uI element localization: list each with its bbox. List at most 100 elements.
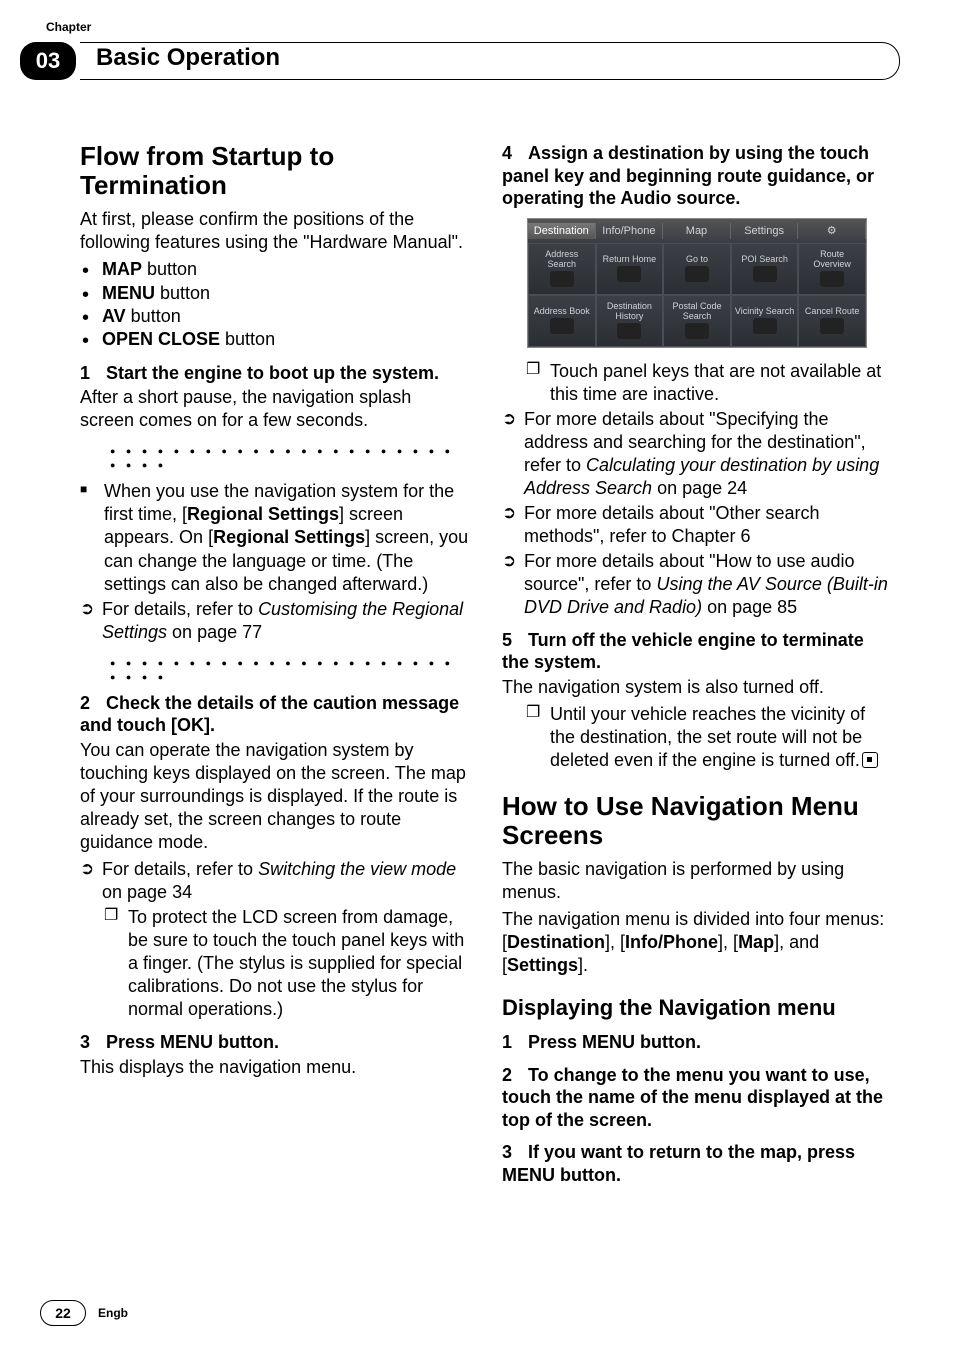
ref-address-search: For more details about "Specifying the a… <box>502 408 892 500</box>
step2-heading: 2Check the details of the caution messag… <box>80 692 470 737</box>
step-num: 1 <box>502 1031 528 1054</box>
btn-name: OPEN CLOSE <box>102 329 220 349</box>
step-text: Check the details of the caution message… <box>80 693 459 736</box>
fig-grid: Address Search Return Home Go to POI Sea… <box>528 243 866 347</box>
txt: Switching the view mode <box>258 859 456 879</box>
navmenu-body2: The navigation menu is divided into four… <box>502 908 892 977</box>
page-number: 22 <box>40 1300 86 1326</box>
page: Chapter 03 Basic Operation Flow from Sta… <box>0 0 954 1352</box>
step-text: Turn off the vehicle engine to terminate… <box>502 630 864 673</box>
fig-tab-map: Map <box>663 223 731 239</box>
intro-text: At first, please confirm the positions o… <box>80 208 470 254</box>
dstep2: 2To change to the menu you want to use, … <box>502 1064 892 1132</box>
step1-body: After a short pause, the navigation spla… <box>80 386 470 432</box>
gear-icon: ⚙ <box>798 222 866 239</box>
txt: on page 77 <box>167 622 262 642</box>
txt: Map <box>738 932 774 952</box>
list-item: OPEN CLOSE button <box>80 328 470 351</box>
fig-label: Return Home <box>603 255 657 265</box>
fig-label: Postal Code Search <box>666 302 728 322</box>
txt: on page 85 <box>702 597 797 617</box>
list-item: MENU button <box>80 282 470 305</box>
dstep1: 1Press MENU button. <box>502 1031 892 1054</box>
fig-tab-infophone: Info/Phone <box>596 223 664 239</box>
txt: on page 34 <box>102 882 192 902</box>
fig-cell: Address Search <box>528 243 596 295</box>
fig-label: Address Search <box>531 250 593 270</box>
txt: For details, refer to <box>102 599 258 619</box>
chapter-number-badge: 03 <box>20 42 76 80</box>
fig-ico <box>550 318 574 334</box>
body-columns: Flow from Startup to Termination At firs… <box>80 142 892 1272</box>
fig-ico <box>685 323 709 339</box>
fig-ico <box>617 266 641 282</box>
btn-suffix: button <box>155 283 210 303</box>
step3-heading: 3Press MENU button. <box>80 1031 470 1054</box>
fig-cell: Return Home <box>596 243 664 295</box>
step-text: If you want to return to the map, press … <box>502 1142 855 1185</box>
fig-label: POI Search <box>741 255 788 265</box>
txt: ]. <box>578 955 588 975</box>
step4-heading: 4Assign a destination by using the touch… <box>502 142 892 210</box>
fig-cell: Address Book <box>528 295 596 347</box>
step-num: 4 <box>502 142 528 165</box>
txt: Regional Settings <box>213 527 365 547</box>
dstep3: 3If you want to return to the map, press… <box>502 1141 892 1186</box>
list-item: MAP button <box>80 258 470 281</box>
section-heading-navmenu: How to Use Navigation Menu Screens <box>502 792 892 850</box>
step5-heading: 5Turn off the vehicle engine to terminat… <box>502 629 892 674</box>
fig-cell: Go to <box>663 243 731 295</box>
txt: ], [ <box>605 932 625 952</box>
dot-separator <box>110 654 470 682</box>
txt: Settings <box>507 955 578 975</box>
footer: 22 Engb <box>40 1300 128 1326</box>
step-num: 3 <box>502 1141 528 1164</box>
fig-tabs: Destination Info/Phone Map Settings ⚙ <box>528 219 866 243</box>
ref-viewmode: For details, refer to Switching the view… <box>80 858 470 904</box>
fig-label: Address Book <box>534 307 590 317</box>
txt: Destination <box>507 932 605 952</box>
end-icon <box>862 752 878 768</box>
step-num: 3 <box>80 1031 106 1054</box>
fig-label: Cancel Route <box>805 307 860 317</box>
list-item: AV button <box>80 305 470 328</box>
step-num: 2 <box>502 1064 528 1087</box>
fig-cell: Postal Code Search <box>663 295 731 347</box>
step-text: Press MENU button. <box>106 1032 279 1052</box>
step-text: To change to the menu you want to use, t… <box>502 1065 883 1130</box>
note-route-persist: Until your vehicle reaches the vicinity … <box>502 703 892 772</box>
chapter-bar: 03 Basic Operation <box>20 42 900 80</box>
step1-heading: 1Start the engine to boot up the system. <box>80 362 470 385</box>
step-text: Press MENU button. <box>528 1032 701 1052</box>
btn-suffix: button <box>142 259 197 279</box>
btn-suffix: button <box>220 329 275 349</box>
txt: ], [ <box>718 932 738 952</box>
chapter-title: Basic Operation <box>96 44 280 72</box>
fig-ico <box>820 271 844 287</box>
nav-menu-figure: Destination Info/Phone Map Settings ⚙ Ad… <box>527 218 867 348</box>
step-text: Assign a destination by using the touch … <box>502 143 874 208</box>
btn-name: AV <box>102 306 126 326</box>
txt: For details, refer to <box>102 859 258 879</box>
fig-ico <box>550 271 574 287</box>
spacer <box>502 774 892 792</box>
fig-ico <box>753 266 777 282</box>
dot-separator <box>110 442 470 470</box>
txt: on page 24 <box>652 478 747 498</box>
step5-body: The navigation system is also turned off… <box>502 676 892 699</box>
ref-av-source: For more details about "How to use audio… <box>502 550 892 619</box>
fig-tab-settings: Settings <box>731 223 799 239</box>
step-num: 1 <box>80 362 106 385</box>
fig-tab-destination: Destination <box>528 223 596 239</box>
txt: Until your vehicle reaches the vicinity … <box>550 704 865 770</box>
navmenu-body1: The basic navigation is performed by usi… <box>502 858 892 904</box>
chapter-label: Chapter <box>46 20 91 34</box>
btn-name: MENU <box>102 283 155 303</box>
step-num: 2 <box>80 692 106 715</box>
note-lcd: To protect the LCD screen from damage, b… <box>80 906 470 1021</box>
fig-cell: POI Search <box>731 243 799 295</box>
button-list: MAP button MENU button AV button OPEN CL… <box>80 258 470 352</box>
fig-ico <box>753 318 777 334</box>
ref-other-search: For more details about "Other search met… <box>502 502 892 548</box>
btn-name: MAP <box>102 259 142 279</box>
